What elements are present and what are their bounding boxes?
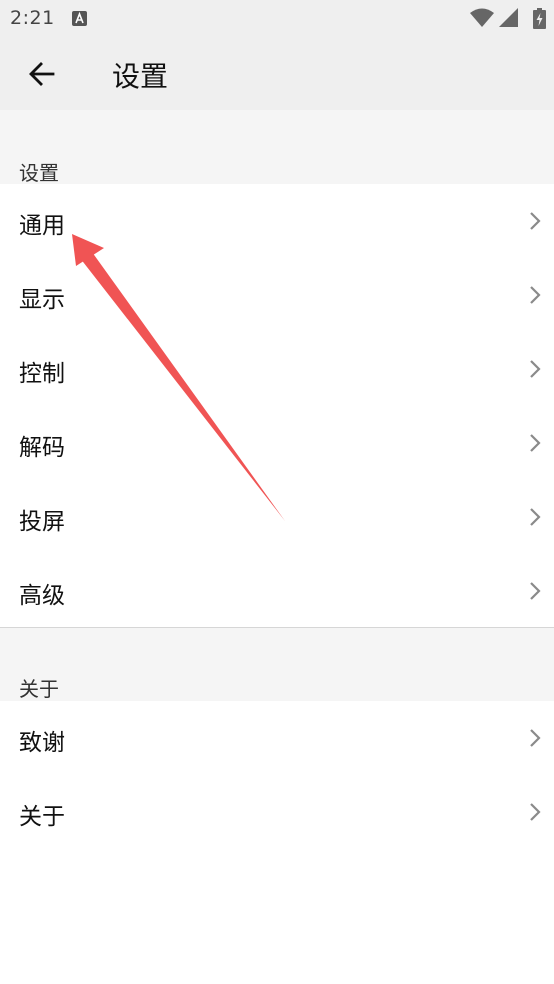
settings-item-credits[interactable]: 致谢 [0, 701, 554, 775]
settings-item-label: 致谢 [19, 730, 65, 756]
settings-item-display[interactable]: 显示 [0, 258, 554, 332]
app-toolbar: 设置 [0, 36, 554, 110]
chevron-right-icon [530, 803, 541, 821]
settings-item-label: 高级 [19, 583, 65, 609]
settings-item-cast[interactable]: 投屏 [0, 480, 554, 554]
section-header-settings: 设置 [19, 161, 59, 185]
settings-item-advanced[interactable]: 高级 [0, 554, 554, 628]
settings-item-label: 投屏 [19, 509, 65, 535]
chevron-right-icon [530, 212, 541, 230]
chevron-right-icon [530, 582, 541, 600]
chevron-right-icon [530, 729, 541, 747]
settings-item-label: 控制 [19, 361, 65, 387]
section-about-gap [0, 628, 554, 701]
page-title: 设置 [112, 60, 169, 93]
settings-item-label: 显示 [19, 287, 65, 313]
chevron-right-icon [530, 508, 541, 526]
chevron-right-icon [530, 360, 541, 378]
settings-item-general[interactable]: 通用 [0, 184, 554, 258]
battery-charging-icon [533, 8, 546, 29]
status-time: 2:21 [10, 7, 55, 29]
settings-item-decode[interactable]: 解码 [0, 406, 554, 480]
chevron-right-icon [530, 286, 541, 304]
status-bar: 2:21 [0, 0, 554, 36]
signal-icon [499, 8, 518, 27]
notification-a-icon [72, 11, 87, 26]
section-settings-gap [0, 110, 554, 184]
settings-item-control[interactable]: 控制 [0, 332, 554, 406]
wifi-icon [470, 8, 494, 27]
chevron-right-icon [530, 434, 541, 452]
back-button[interactable] [20, 52, 64, 96]
settings-item-about[interactable]: 关于 [0, 775, 554, 849]
settings-item-label: 通用 [19, 213, 65, 239]
section-header-about: 关于 [19, 677, 59, 701]
arrow-left-icon [29, 62, 55, 86]
settings-item-label: 关于 [19, 804, 65, 830]
settings-item-label: 解码 [19, 435, 65, 461]
